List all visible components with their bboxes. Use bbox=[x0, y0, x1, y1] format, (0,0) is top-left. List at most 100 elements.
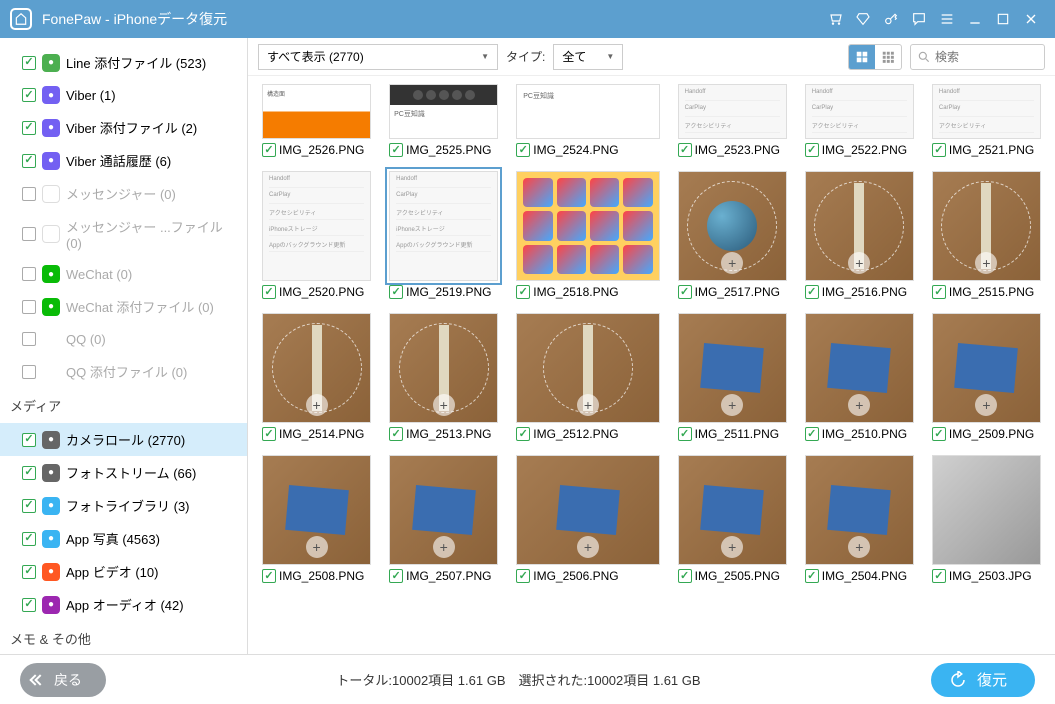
thumbnail-item[interactable]: +IMG_2514.PNG bbox=[262, 313, 371, 441]
thumbnail-image[interactable]: + bbox=[932, 171, 1041, 281]
checkbox[interactable] bbox=[678, 427, 692, 441]
checkbox[interactable] bbox=[389, 143, 403, 157]
checkbox[interactable] bbox=[262, 427, 276, 441]
checkbox[interactable] bbox=[516, 569, 530, 583]
checkbox[interactable] bbox=[678, 569, 692, 583]
sidebar-item[interactable]: ●Viber (1) bbox=[0, 79, 247, 111]
thumbnail-image[interactable]: 構造面 bbox=[262, 84, 371, 139]
thumbnail-image[interactable]: HandoffCarPlayアクセシビリティiPhoneストレージAppのバック… bbox=[805, 84, 914, 139]
thumbnail-image[interactable]: HandoffCarPlayアクセシビリティiPhoneストレージAppのバック… bbox=[389, 171, 498, 281]
checkbox[interactable] bbox=[805, 569, 819, 583]
minimize-button[interactable] bbox=[961, 5, 989, 33]
menu-icon[interactable] bbox=[933, 5, 961, 33]
checkbox[interactable] bbox=[678, 143, 692, 157]
checkbox[interactable] bbox=[805, 427, 819, 441]
thumbnail-image[interactable] bbox=[516, 171, 659, 281]
checkbox[interactable] bbox=[805, 285, 819, 299]
thumbnail-item[interactable]: +IMG_2515.PNG bbox=[932, 171, 1041, 299]
checkbox[interactable] bbox=[678, 285, 692, 299]
checkbox[interactable] bbox=[22, 598, 36, 612]
sidebar-item[interactable]: ●App ビデオ (10) bbox=[0, 555, 247, 588]
thumbnail-item[interactable]: IMG_2503.JPG bbox=[932, 455, 1041, 583]
checkbox[interactable] bbox=[262, 569, 276, 583]
checkbox[interactable] bbox=[22, 88, 36, 102]
thumbnail-item[interactable]: HandoffCarPlayアクセシビリティiPhoneストレージAppのバック… bbox=[389, 171, 498, 299]
thumbnail-image[interactable]: PC豆知識 bbox=[389, 84, 498, 139]
thumbnail-item[interactable]: PC豆知識IMG_2525.PNG bbox=[389, 84, 498, 157]
sidebar-item[interactable]: ●App オーディオ (42) bbox=[0, 588, 247, 621]
thumbnail-item[interactable]: IMG_2518.PNG bbox=[516, 171, 659, 299]
checkbox[interactable] bbox=[932, 285, 946, 299]
key-icon[interactable] bbox=[877, 5, 905, 33]
thumbnail-item[interactable]: +IMG_2508.PNG bbox=[262, 455, 371, 583]
checkbox[interactable] bbox=[22, 565, 36, 579]
thumbnail-image[interactable]: + bbox=[678, 171, 787, 281]
search-input[interactable] bbox=[935, 50, 1038, 64]
diamond-icon[interactable] bbox=[849, 5, 877, 33]
thumbnail-image[interactable]: + bbox=[805, 313, 914, 423]
thumbnail-item[interactable]: PC豆知識IMG_2524.PNG bbox=[516, 84, 659, 157]
thumbnail-image[interactable]: + bbox=[805, 171, 914, 281]
thumbnail-image[interactable]: HandoffCarPlayアクセシビリティiPhoneストレージAppのバック… bbox=[262, 171, 371, 281]
thumbnail-image[interactable]: + bbox=[678, 455, 787, 565]
thumbnail-image[interactable]: + bbox=[516, 455, 659, 565]
thumbnail-image[interactable]: + bbox=[932, 313, 1041, 423]
sidebar[interactable]: ●Line 添付ファイル (523)●Viber (1)●Viber 添付ファイ… bbox=[0, 38, 248, 654]
thumbnail-image[interactable]: + bbox=[389, 455, 498, 565]
thumbnail-image[interactable]: HandoffCarPlayアクセシビリティiPhoneストレージAppのバック… bbox=[678, 84, 787, 139]
sidebar-item[interactable]: ●カメラロール (2770) bbox=[0, 423, 247, 456]
thumbnail-image[interactable] bbox=[932, 455, 1041, 565]
thumbnail-item[interactable]: +IMG_2504.PNG bbox=[805, 455, 914, 583]
checkbox[interactable] bbox=[389, 569, 403, 583]
thumbnail-item[interactable]: +IMG_2506.PNG bbox=[516, 455, 659, 583]
checkbox[interactable] bbox=[932, 427, 946, 441]
chat-icon[interactable] bbox=[905, 5, 933, 33]
thumbnail-image[interactable]: + bbox=[805, 455, 914, 565]
thumbnail-item[interactable]: +IMG_2516.PNG bbox=[805, 171, 914, 299]
thumbnail-image[interactable]: + bbox=[389, 313, 498, 423]
thumbnail-image[interactable]: HandoffCarPlayアクセシビリティiPhoneストレージAppのバック… bbox=[932, 84, 1041, 139]
thumbnail-item[interactable]: +IMG_2513.PNG bbox=[389, 313, 498, 441]
filter-dropdown[interactable]: すべて表示 (2770) bbox=[258, 44, 498, 70]
type-dropdown[interactable]: 全て bbox=[553, 44, 623, 70]
thumbnail-item[interactable]: +IMG_2507.PNG bbox=[389, 455, 498, 583]
thumbnail-image[interactable]: + bbox=[262, 313, 371, 423]
sidebar-item[interactable]: ●フォトストリーム (66) bbox=[0, 456, 247, 489]
checkbox[interactable] bbox=[516, 143, 530, 157]
thumbnail-image[interactable]: + bbox=[678, 313, 787, 423]
thumbnail-item[interactable]: HandoffCarPlayアクセシビリティiPhoneストレージAppのバック… bbox=[678, 84, 787, 157]
checkbox[interactable] bbox=[262, 143, 276, 157]
sidebar-item[interactable]: ●App 写真 (4563) bbox=[0, 522, 247, 555]
search-box[interactable] bbox=[910, 44, 1045, 70]
checkbox[interactable] bbox=[22, 532, 36, 546]
thumbnail-item[interactable]: HandoffCarPlayアクセシビリティiPhoneストレージAppのバック… bbox=[932, 84, 1041, 157]
thumbnail-item[interactable]: +IMG_2509.PNG bbox=[932, 313, 1041, 441]
checkbox[interactable] bbox=[932, 143, 946, 157]
checkbox[interactable] bbox=[22, 121, 36, 135]
checkbox[interactable] bbox=[389, 427, 403, 441]
thumbnail-image[interactable]: PC豆知識 bbox=[516, 84, 659, 139]
sidebar-item[interactable]: ●Line 添付ファイル (523) bbox=[0, 46, 247, 79]
checkbox[interactable] bbox=[22, 466, 36, 480]
thumbnail-image[interactable]: + bbox=[516, 313, 659, 423]
grid-small-button[interactable] bbox=[875, 45, 901, 69]
checkbox[interactable] bbox=[22, 433, 36, 447]
thumbnail-item[interactable]: +IMG_2510.PNG bbox=[805, 313, 914, 441]
checkbox[interactable] bbox=[805, 143, 819, 157]
checkbox[interactable] bbox=[516, 427, 530, 441]
thumbnail-item[interactable]: HandoffCarPlayアクセシビリティiPhoneストレージAppのバック… bbox=[805, 84, 914, 157]
sidebar-item[interactable]: ●フォトライブラリ (3) bbox=[0, 489, 247, 522]
thumbnail-item[interactable]: 構造面IMG_2526.PNG bbox=[262, 84, 371, 157]
checkbox[interactable] bbox=[932, 569, 946, 583]
close-button[interactable] bbox=[1017, 5, 1045, 33]
thumbnail-image[interactable]: + bbox=[262, 455, 371, 565]
checkbox[interactable] bbox=[516, 285, 530, 299]
restore-button[interactable]: 復元 bbox=[931, 663, 1035, 697]
thumbnail-item[interactable]: +IMG_2511.PNG bbox=[678, 313, 787, 441]
thumbnail-item[interactable]: HandoffCarPlayアクセシビリティiPhoneストレージAppのバック… bbox=[262, 171, 371, 299]
thumbnail-item[interactable]: +IMG_2512.PNG bbox=[516, 313, 659, 441]
sidebar-item[interactable]: ●Viber 通話履歴 (6) bbox=[0, 144, 247, 177]
cart-icon[interactable] bbox=[821, 5, 849, 33]
sidebar-item[interactable]: ●Viber 添付ファイル (2) bbox=[0, 111, 247, 144]
thumbnail-grid-area[interactable]: 構造面IMG_2526.PNGPC豆知識IMG_2525.PNGPC豆知識IMG… bbox=[248, 76, 1055, 654]
